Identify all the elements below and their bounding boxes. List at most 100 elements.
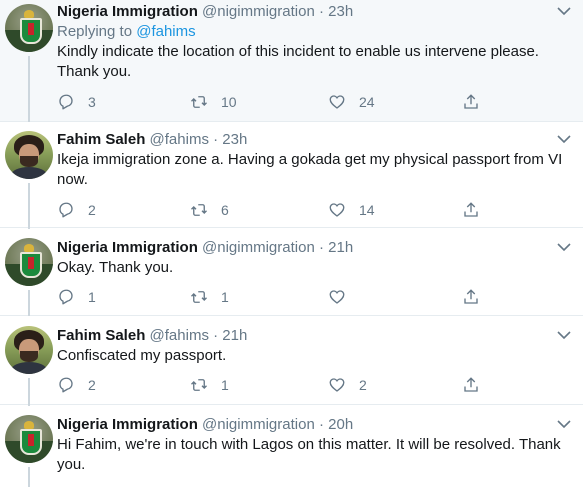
share-button[interactable] [462, 201, 480, 219]
tweet-header: Nigeria Immigration @nigimmigration · 21… [57, 238, 575, 258]
chevron-down-icon[interactable] [557, 242, 571, 252]
reply-icon [59, 202, 73, 218]
thread-line [28, 290, 30, 316]
reply-button[interactable]: 1 [57, 288, 96, 306]
tweet-content: Fahim Saleh @fahims · 23h Ikeja immigrat… [57, 130, 575, 190]
tweet-header: Fahim Saleh @fahims · 23h [57, 130, 575, 150]
tweet-text: Hi Fahim, we're in touch with Lagos on t… [57, 436, 561, 473]
like-count: 24 [359, 94, 375, 110]
tweet-actions: 3 10 24 [57, 93, 497, 115]
user-handle[interactable]: @fahims [150, 131, 209, 148]
like-count: 2 [359, 377, 367, 393]
tweet[interactable]: Nigeria Immigration @nigimmigration · 23… [0, 0, 583, 122]
tweet-content: Nigeria Immigration @nigimmigration · 20… [57, 415, 575, 475]
avatar[interactable] [5, 4, 53, 52]
chevron-down-icon[interactable] [557, 419, 571, 429]
tweet-header: Fahim Saleh @fahims · 21h [57, 326, 575, 346]
tweet[interactable]: Fahim Saleh @fahims · 21h Confiscated my… [0, 316, 583, 406]
avatar[interactable] [5, 238, 53, 286]
replying-to-label: Replying to [57, 23, 137, 40]
reply-button[interactable]: 2 [57, 201, 96, 219]
share-icon [464, 202, 478, 217]
heart-icon [329, 95, 345, 109]
thread-line [28, 378, 30, 406]
display-name[interactable]: Nigeria Immigration [57, 3, 198, 20]
thread-line [28, 467, 30, 487]
tweet-actions: 2 1 2 [57, 376, 497, 398]
timestamp[interactable]: 21h [328, 239, 353, 256]
separator: · [318, 3, 324, 20]
avatar-column [5, 4, 55, 122]
reply-count: 1 [88, 289, 96, 305]
thread-line [28, 183, 30, 229]
avatar-column [5, 238, 55, 316]
tweet[interactable]: Fahim Saleh @fahims · 23h Ikeja immigrat… [0, 122, 583, 229]
retweet-button[interactable]: 1 [190, 376, 229, 394]
avatar-column [5, 326, 55, 406]
reply-count: 2 [88, 202, 96, 218]
retweet-icon [191, 204, 207, 216]
user-handle[interactable]: @nigimmigration [202, 239, 315, 256]
timestamp[interactable]: 21h [222, 327, 247, 344]
timestamp[interactable]: 23h [328, 3, 353, 20]
timestamp[interactable]: 23h [222, 131, 247, 148]
separator: · [213, 327, 219, 344]
display-name[interactable]: Nigeria Immigration [57, 416, 198, 433]
share-icon [464, 94, 478, 109]
avatar[interactable] [5, 326, 53, 374]
tweet-actions: 1 1 [57, 288, 497, 310]
reply-count: 3 [88, 94, 96, 110]
heart-icon [329, 378, 345, 392]
retweet-icon [191, 96, 207, 108]
share-button[interactable] [462, 288, 480, 306]
heart-icon [329, 290, 345, 304]
reply-icon [59, 94, 73, 110]
reply-button[interactable]: 2 [57, 376, 96, 394]
avatar-column [5, 415, 55, 487]
share-icon [464, 289, 478, 304]
reply-button[interactable]: 3 [57, 93, 96, 111]
separator: · [213, 131, 219, 148]
retweet-count: 1 [221, 289, 229, 305]
chevron-down-icon[interactable] [557, 6, 571, 16]
retweet-button[interactable]: 6 [190, 201, 229, 219]
share-button[interactable] [462, 93, 480, 111]
separator: · [318, 416, 324, 433]
tweet-actions: 2 6 14 [57, 201, 497, 223]
display-name[interactable]: Fahim Saleh [57, 131, 145, 148]
tweet-text: Kindly indicate the location of this inc… [57, 43, 539, 80]
retweet-count: 10 [221, 94, 237, 110]
like-button[interactable] [328, 288, 359, 306]
display-name[interactable]: Fahim Saleh [57, 327, 145, 344]
replying-to: Replying to @fahims [57, 22, 575, 42]
like-button[interactable]: 24 [328, 93, 375, 111]
user-handle[interactable]: @fahims [150, 327, 209, 344]
avatar-column [5, 131, 55, 229]
tweet-text: Ikeja immigration zone a. Having a gokad… [57, 151, 563, 188]
chevron-down-icon[interactable] [557, 330, 571, 340]
retweet-icon [191, 379, 207, 391]
like-button[interactable]: 2 [328, 376, 367, 394]
retweet-button[interactable]: 1 [190, 288, 229, 306]
avatar[interactable] [5, 415, 53, 463]
share-button[interactable] [462, 376, 480, 394]
reply-icon [59, 289, 73, 305]
retweet-count: 6 [221, 202, 229, 218]
tweet[interactable]: Nigeria Immigration @nigimmigration · 20… [0, 405, 583, 487]
user-handle[interactable]: @nigimmigration [202, 3, 315, 20]
tweet-content: Nigeria Immigration @nigimmigration · 21… [57, 238, 575, 278]
like-count: 14 [359, 202, 375, 218]
avatar[interactable] [5, 131, 53, 179]
chevron-down-icon[interactable] [557, 134, 571, 144]
tweet-header: Nigeria Immigration @nigimmigration · 23… [57, 2, 575, 22]
tweet-text: Okay. Thank you. [57, 259, 174, 276]
mention-link[interactable]: @fahims [136, 23, 195, 40]
display-name[interactable]: Nigeria Immigration [57, 239, 198, 256]
retweet-button[interactable]: 10 [190, 93, 237, 111]
user-handle[interactable]: @nigimmigration [202, 416, 315, 433]
reply-count: 2 [88, 377, 96, 393]
tweet[interactable]: Nigeria Immigration @nigimmigration · 21… [0, 228, 583, 316]
like-button[interactable]: 14 [328, 201, 375, 219]
timestamp[interactable]: 20h [328, 416, 353, 433]
retweet-count: 1 [221, 377, 229, 393]
